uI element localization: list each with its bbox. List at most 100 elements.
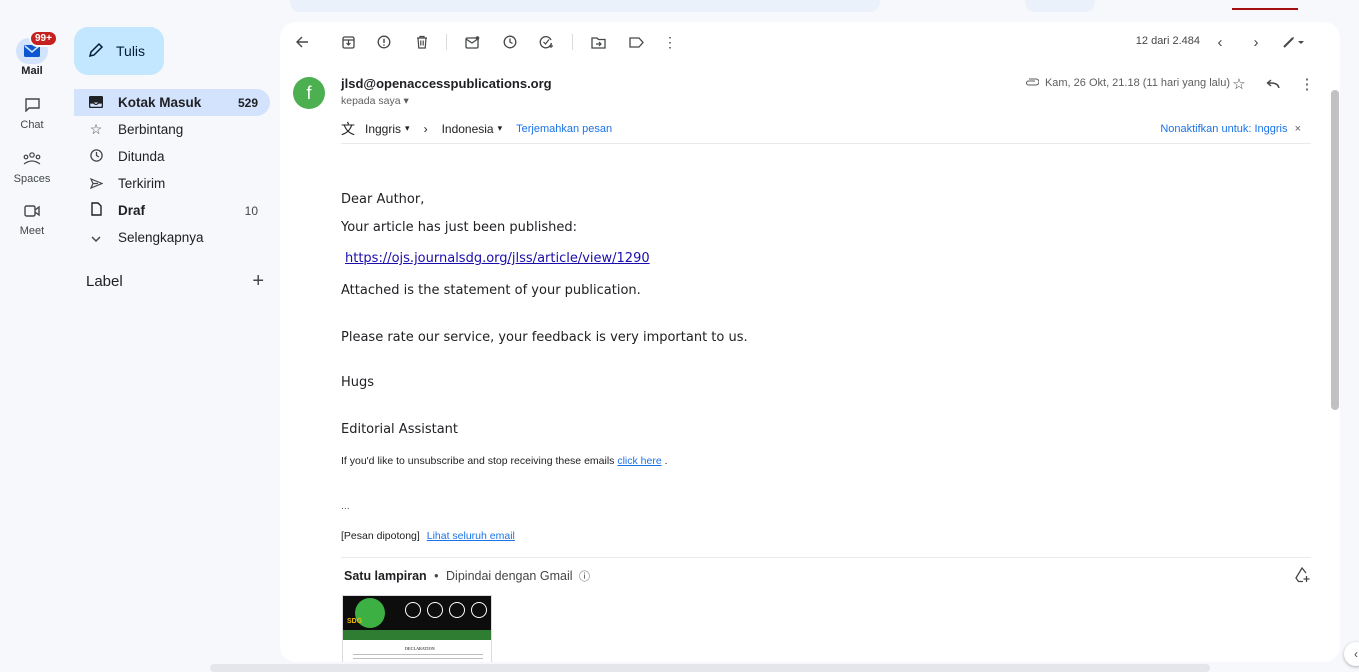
info-icon[interactable]: ⓘ bbox=[579, 571, 590, 583]
sidebar-item-more[interactable]: Selengkapnya bbox=[74, 224, 270, 251]
compose-button[interactable]: Tulis bbox=[74, 27, 164, 75]
body-line: Attached is the statement of your public… bbox=[341, 283, 641, 298]
account-indicator bbox=[1232, 8, 1298, 10]
bottom-scroll-track[interactable] bbox=[210, 664, 1210, 672]
trimmed-content-ellipsis[interactable]: ... bbox=[341, 500, 350, 512]
add-task-icon[interactable] bbox=[536, 32, 556, 52]
sidebar-item-starred[interactable]: ☆ Berbintang bbox=[74, 116, 270, 143]
archive-icon[interactable] bbox=[338, 32, 358, 52]
trash-icon[interactable] bbox=[412, 32, 432, 52]
search-bar-edge[interactable] bbox=[290, 0, 880, 12]
status-pill-edge[interactable] bbox=[1025, 0, 1095, 12]
thumbnail-text-line bbox=[353, 654, 483, 655]
target-language: Indonesia bbox=[441, 121, 494, 136]
unsubscribe-link[interactable]: click here bbox=[617, 455, 661, 467]
video-camera-icon bbox=[16, 198, 48, 224]
previous-chevron-icon[interactable]: ‹ bbox=[1210, 32, 1230, 52]
source-language-dropdown[interactable]: Inggris ▾ bbox=[365, 122, 410, 136]
sidebar-item-inbox[interactable]: Kotak Masuk 529 bbox=[74, 89, 270, 116]
disable-translate-link[interactable]: Nonaktifkan untuk: Inggris × bbox=[1160, 123, 1301, 135]
thumbnail-doc-title: DECLARATION bbox=[405, 646, 435, 651]
rail-mail[interactable]: 99+ Mail bbox=[0, 30, 64, 77]
email-meta: Kam, 26 Okt, 21.18 (11 hari yang lalu) bbox=[1025, 77, 1230, 89]
rail-spaces-label: Spaces bbox=[13, 173, 51, 185]
caret-down-icon: ▾ bbox=[405, 123, 410, 133]
back-arrow-icon[interactable] bbox=[292, 32, 312, 52]
attachment-title: Satu lampiran bbox=[344, 569, 427, 583]
chevron-right-icon: › bbox=[423, 121, 428, 136]
inbox-icon bbox=[88, 95, 104, 111]
draft-icon bbox=[88, 202, 104, 219]
unsubscribe-period: . bbox=[664, 455, 668, 467]
reply-icon[interactable] bbox=[1264, 75, 1282, 93]
label-tag-icon[interactable] bbox=[626, 32, 646, 52]
translate-message-link[interactable]: Terjemahkan pesan bbox=[516, 123, 612, 135]
source-language: Inggris bbox=[365, 121, 402, 136]
toolbar-divider bbox=[446, 34, 447, 50]
chat-icon bbox=[16, 92, 48, 118]
move-to-folder-icon[interactable] bbox=[588, 32, 608, 52]
thumbnail-text-line bbox=[353, 658, 483, 659]
avatar[interactable]: f bbox=[293, 77, 325, 109]
attachment-separator: • bbox=[434, 569, 439, 583]
body-line: Please rate our service, your feedback i… bbox=[341, 330, 748, 345]
sidebar-item-label: Ditunda bbox=[118, 149, 165, 164]
add-label-icon[interactable]: + bbox=[252, 271, 264, 291]
caret-down-icon: ▾ bbox=[403, 95, 409, 107]
sdg-ring-icon bbox=[405, 602, 421, 618]
sender-address[interactable]: jlsd@openaccesspublications.org bbox=[341, 76, 552, 91]
close-icon[interactable]: × bbox=[1295, 123, 1301, 135]
inbox-count: 529 bbox=[237, 95, 258, 110]
view-entire-email-link[interactable]: Lihat seluruh email bbox=[427, 530, 515, 542]
snooze-clock-icon[interactable] bbox=[500, 32, 520, 52]
reading-pane: ⋮ 12 dari 2.484 ‹ › f jlsd@openaccesspub… bbox=[280, 22, 1340, 662]
recipient-label: kepada saya bbox=[341, 95, 401, 107]
caret-down-icon: ▾ bbox=[497, 123, 503, 133]
article-link[interactable]: https://ojs.journalsdg.org/jlss/article/… bbox=[345, 251, 650, 266]
next-chevron-icon[interactable]: › bbox=[1246, 32, 1266, 52]
mark-unread-icon[interactable] bbox=[462, 32, 482, 52]
thumbnail-tag: SDG bbox=[347, 618, 363, 625]
body-line: Hugs bbox=[341, 375, 375, 390]
email-date: Kam, 26 Okt, 21.18 (11 hari yang lalu) bbox=[1044, 77, 1230, 89]
body-line: Your article has just been published: bbox=[341, 220, 577, 235]
unsubscribe-text: If you'd like to unsubscribe and stop re… bbox=[341, 455, 615, 467]
star-icon[interactable]: ☆ bbox=[1230, 75, 1248, 93]
rail-meet[interactable]: Meet bbox=[0, 198, 64, 237]
greeting: Dear Author, bbox=[341, 192, 425, 207]
send-icon bbox=[88, 176, 104, 192]
sidebar-item-label: Terkirim bbox=[118, 176, 166, 191]
rail-mail-label: Mail bbox=[21, 65, 43, 77]
sidebar-item-sent[interactable]: Terkirim bbox=[74, 170, 270, 197]
translate-bar: 文 Inggris ▾ › Indonesia ▾ Terjemahkan pe… bbox=[341, 114, 1311, 144]
labels-section: Label + bbox=[86, 271, 264, 291]
recipient-dropdown[interactable]: kepada saya ▾ bbox=[341, 95, 409, 107]
input-tools-icon[interactable] bbox=[1280, 32, 1308, 52]
rail-meet-label: Meet bbox=[19, 225, 45, 237]
compose-label: Tulis bbox=[116, 43, 146, 59]
sidebar-item-label: Draf bbox=[118, 203, 146, 218]
more-vertical-icon[interactable]: ⋮ bbox=[660, 32, 680, 52]
star-icon: ☆ bbox=[89, 121, 103, 137]
more-vertical-icon[interactable]: ⋮ bbox=[1298, 75, 1316, 93]
target-language-dropdown[interactable]: Indonesia ▾ bbox=[442, 122, 503, 136]
sidebar-item-label: Berbintang bbox=[118, 122, 184, 137]
sidebar-item-drafts[interactable]: Draf 10 bbox=[74, 197, 270, 224]
rail-chat[interactable]: Chat bbox=[0, 92, 64, 131]
attachment-divider bbox=[341, 557, 1311, 558]
unsubscribe-line: If you'd like to unsubscribe and stop re… bbox=[341, 455, 668, 467]
sidebar-item-label: Selengkapnya bbox=[118, 230, 204, 245]
thumbnail-strip bbox=[343, 630, 491, 640]
pencil-icon bbox=[88, 42, 104, 61]
add-to-drive-icon[interactable] bbox=[1294, 566, 1310, 587]
sidebar-item-snoozed[interactable]: Ditunda bbox=[74, 143, 270, 170]
report-spam-icon[interactable] bbox=[374, 32, 394, 52]
rail-spaces[interactable]: Spaces bbox=[0, 146, 64, 185]
sdg-ring-icon bbox=[449, 602, 465, 618]
sdg-ring-icon bbox=[471, 602, 487, 618]
side-panel-toggle-chevron-icon[interactable]: ‹ bbox=[1344, 642, 1359, 666]
pagination-text: 12 dari 2.484 bbox=[1135, 35, 1200, 47]
scrollbar-thumb[interactable] bbox=[1331, 90, 1339, 410]
attachment-thumbnail[interactable]: SDG DECLARATION bbox=[342, 595, 492, 662]
avatar-letter: f bbox=[306, 82, 312, 103]
